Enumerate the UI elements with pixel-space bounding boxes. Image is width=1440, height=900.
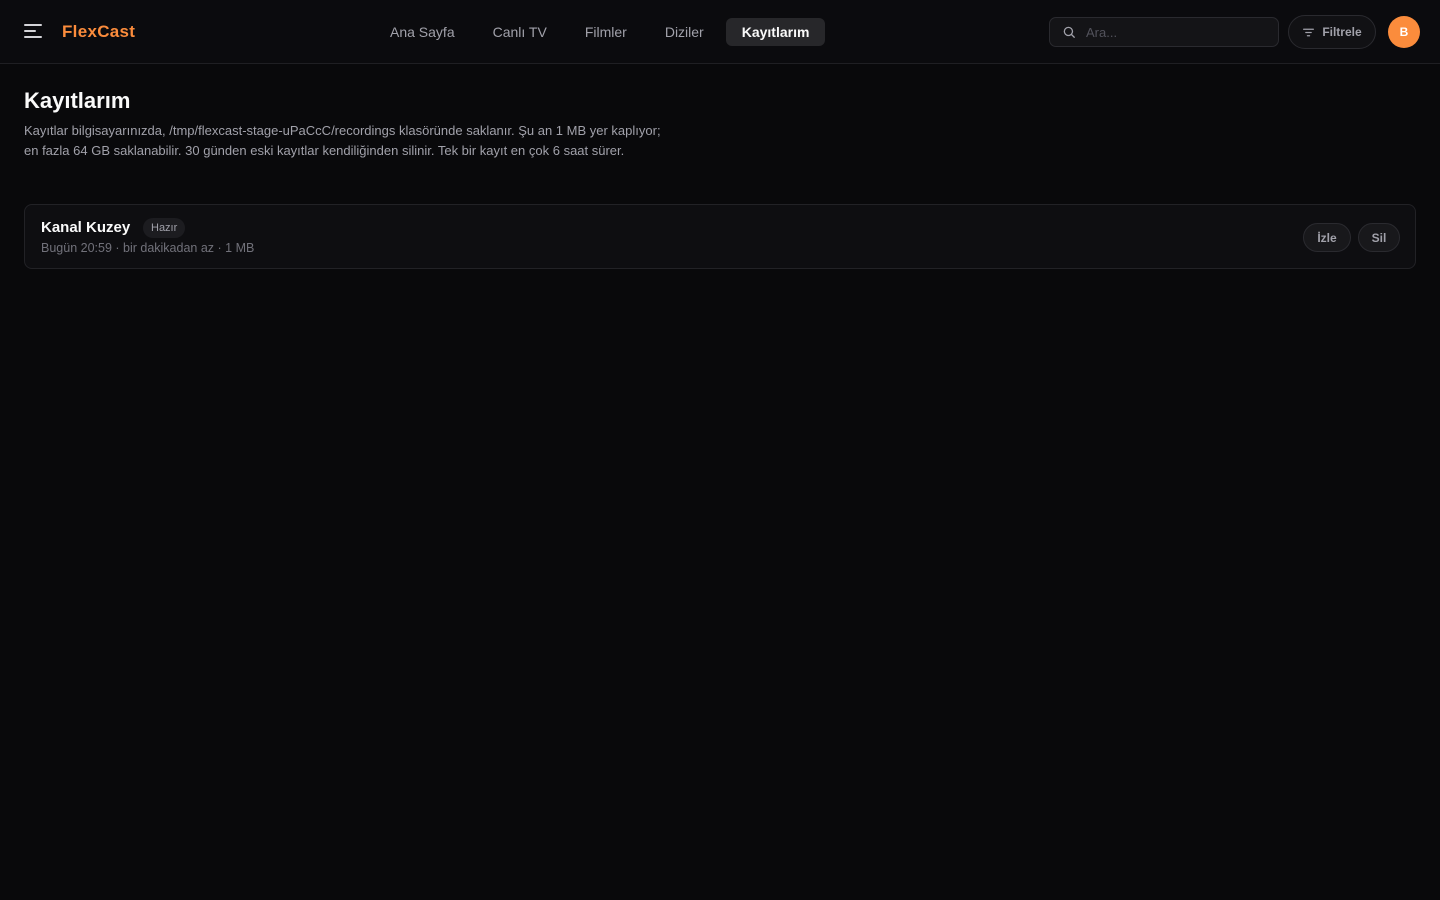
main-nav: Ana Sayfa Canlı TV Filmler Diziler Kayıt…	[374, 18, 826, 46]
nav-item-movies[interactable]: Filmler	[569, 18, 643, 46]
nav-item-live-tv[interactable]: Canlı TV	[477, 18, 563, 46]
page-title: Kayıtlarım	[24, 88, 131, 113]
delete-button[interactable]: Sil	[1358, 223, 1400, 252]
recording-channel-name: Kanal Kuzey	[41, 219, 131, 236]
page-description: Kayıtlar bilgisayarınızda, /tmp/flexcast…	[24, 123, 661, 158]
search-icon	[1063, 26, 1075, 38]
filter-icon	[1303, 28, 1315, 36]
user-avatar[interactable]: B	[1388, 16, 1420, 48]
brand-logo[interactable]: FlexCast	[62, 22, 135, 42]
recording-meta: Bugün 20:59 · bir dakikadan az · 1 MB	[41, 241, 255, 255]
recording-list-item: Kanal Kuzey Hazır Bugün 20:59 · bir daki…	[24, 204, 1416, 269]
watch-button[interactable]: İzle	[1303, 223, 1351, 252]
search-input[interactable]	[1076, 18, 1278, 46]
nav-item-recordings[interactable]: Kayıtlarım	[725, 18, 826, 46]
filter-button[interactable]: Filtrele	[1288, 15, 1376, 49]
filter-button-label: Filtrele	[1322, 25, 1362, 39]
top-navigation-bar: FlexCast Ana Sayfa Canlı TV Filmler Dizi…	[0, 0, 1440, 64]
nav-item-series[interactable]: Diziler	[649, 18, 720, 46]
menu-icon[interactable]	[24, 20, 46, 42]
nav-item-home[interactable]: Ana Sayfa	[374, 18, 471, 46]
status-badge: Hazır	[143, 218, 186, 238]
search-box	[1049, 17, 1279, 47]
